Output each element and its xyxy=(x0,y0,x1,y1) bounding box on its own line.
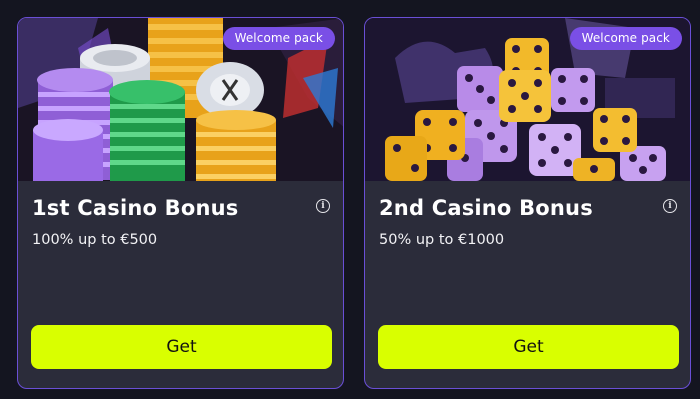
get-button[interactable]: Get xyxy=(31,325,332,369)
info-icon[interactable]: i xyxy=(663,199,677,213)
card-title: 2nd Casino Bonus xyxy=(379,196,593,220)
card-subtitle: 50% up to €1000 xyxy=(379,232,505,248)
bonus-card-1: Welcome pack 1st Casino Bonus i 100% up … xyxy=(17,17,344,389)
card-title: 1st Casino Bonus xyxy=(32,196,239,220)
welcome-pack-badge: Welcome pack xyxy=(222,27,335,50)
info-icon[interactable]: i xyxy=(316,199,330,213)
bonus-card-2: Welcome pack 2nd Casino Bonus i 50% up t… xyxy=(364,17,691,389)
get-button[interactable]: Get xyxy=(378,325,679,369)
welcome-pack-badge: Welcome pack xyxy=(569,27,682,50)
card-subtitle: 100% up to €500 xyxy=(32,232,158,248)
